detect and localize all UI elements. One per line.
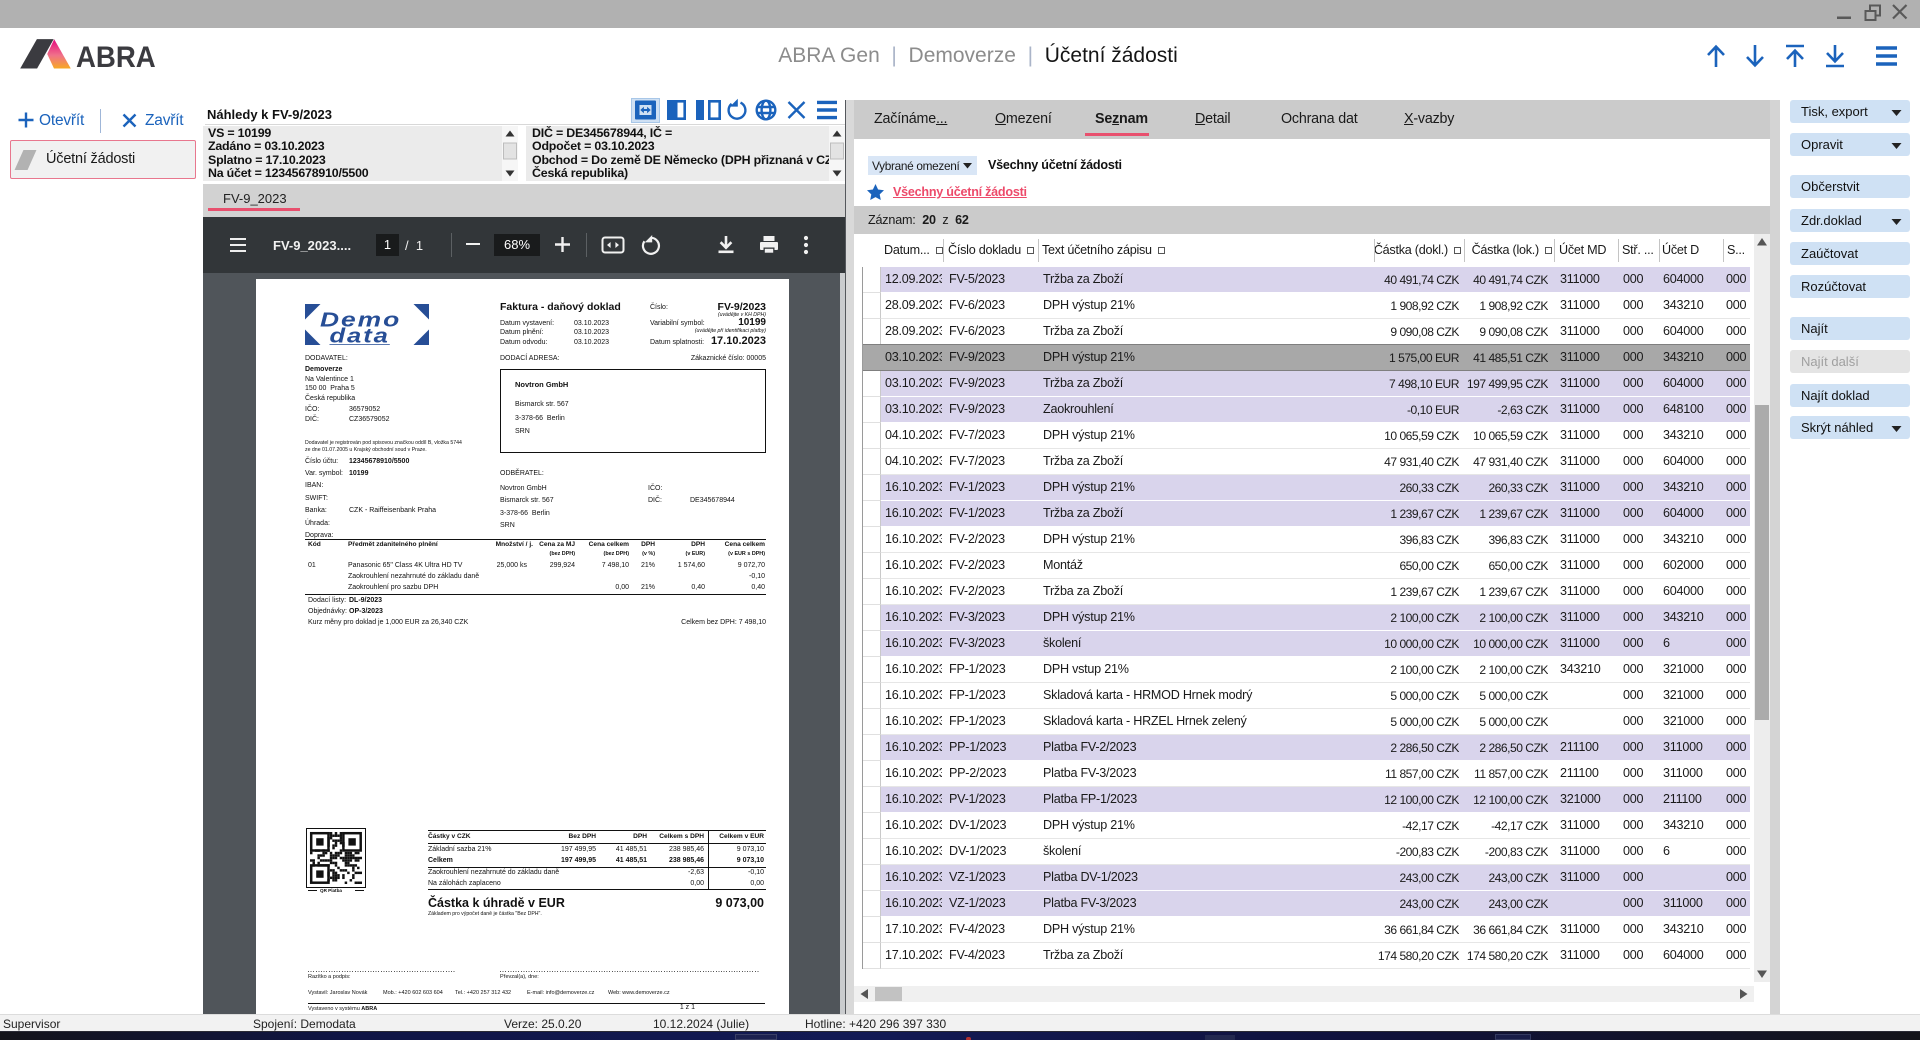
svg-text:data: data <box>330 324 390 345</box>
